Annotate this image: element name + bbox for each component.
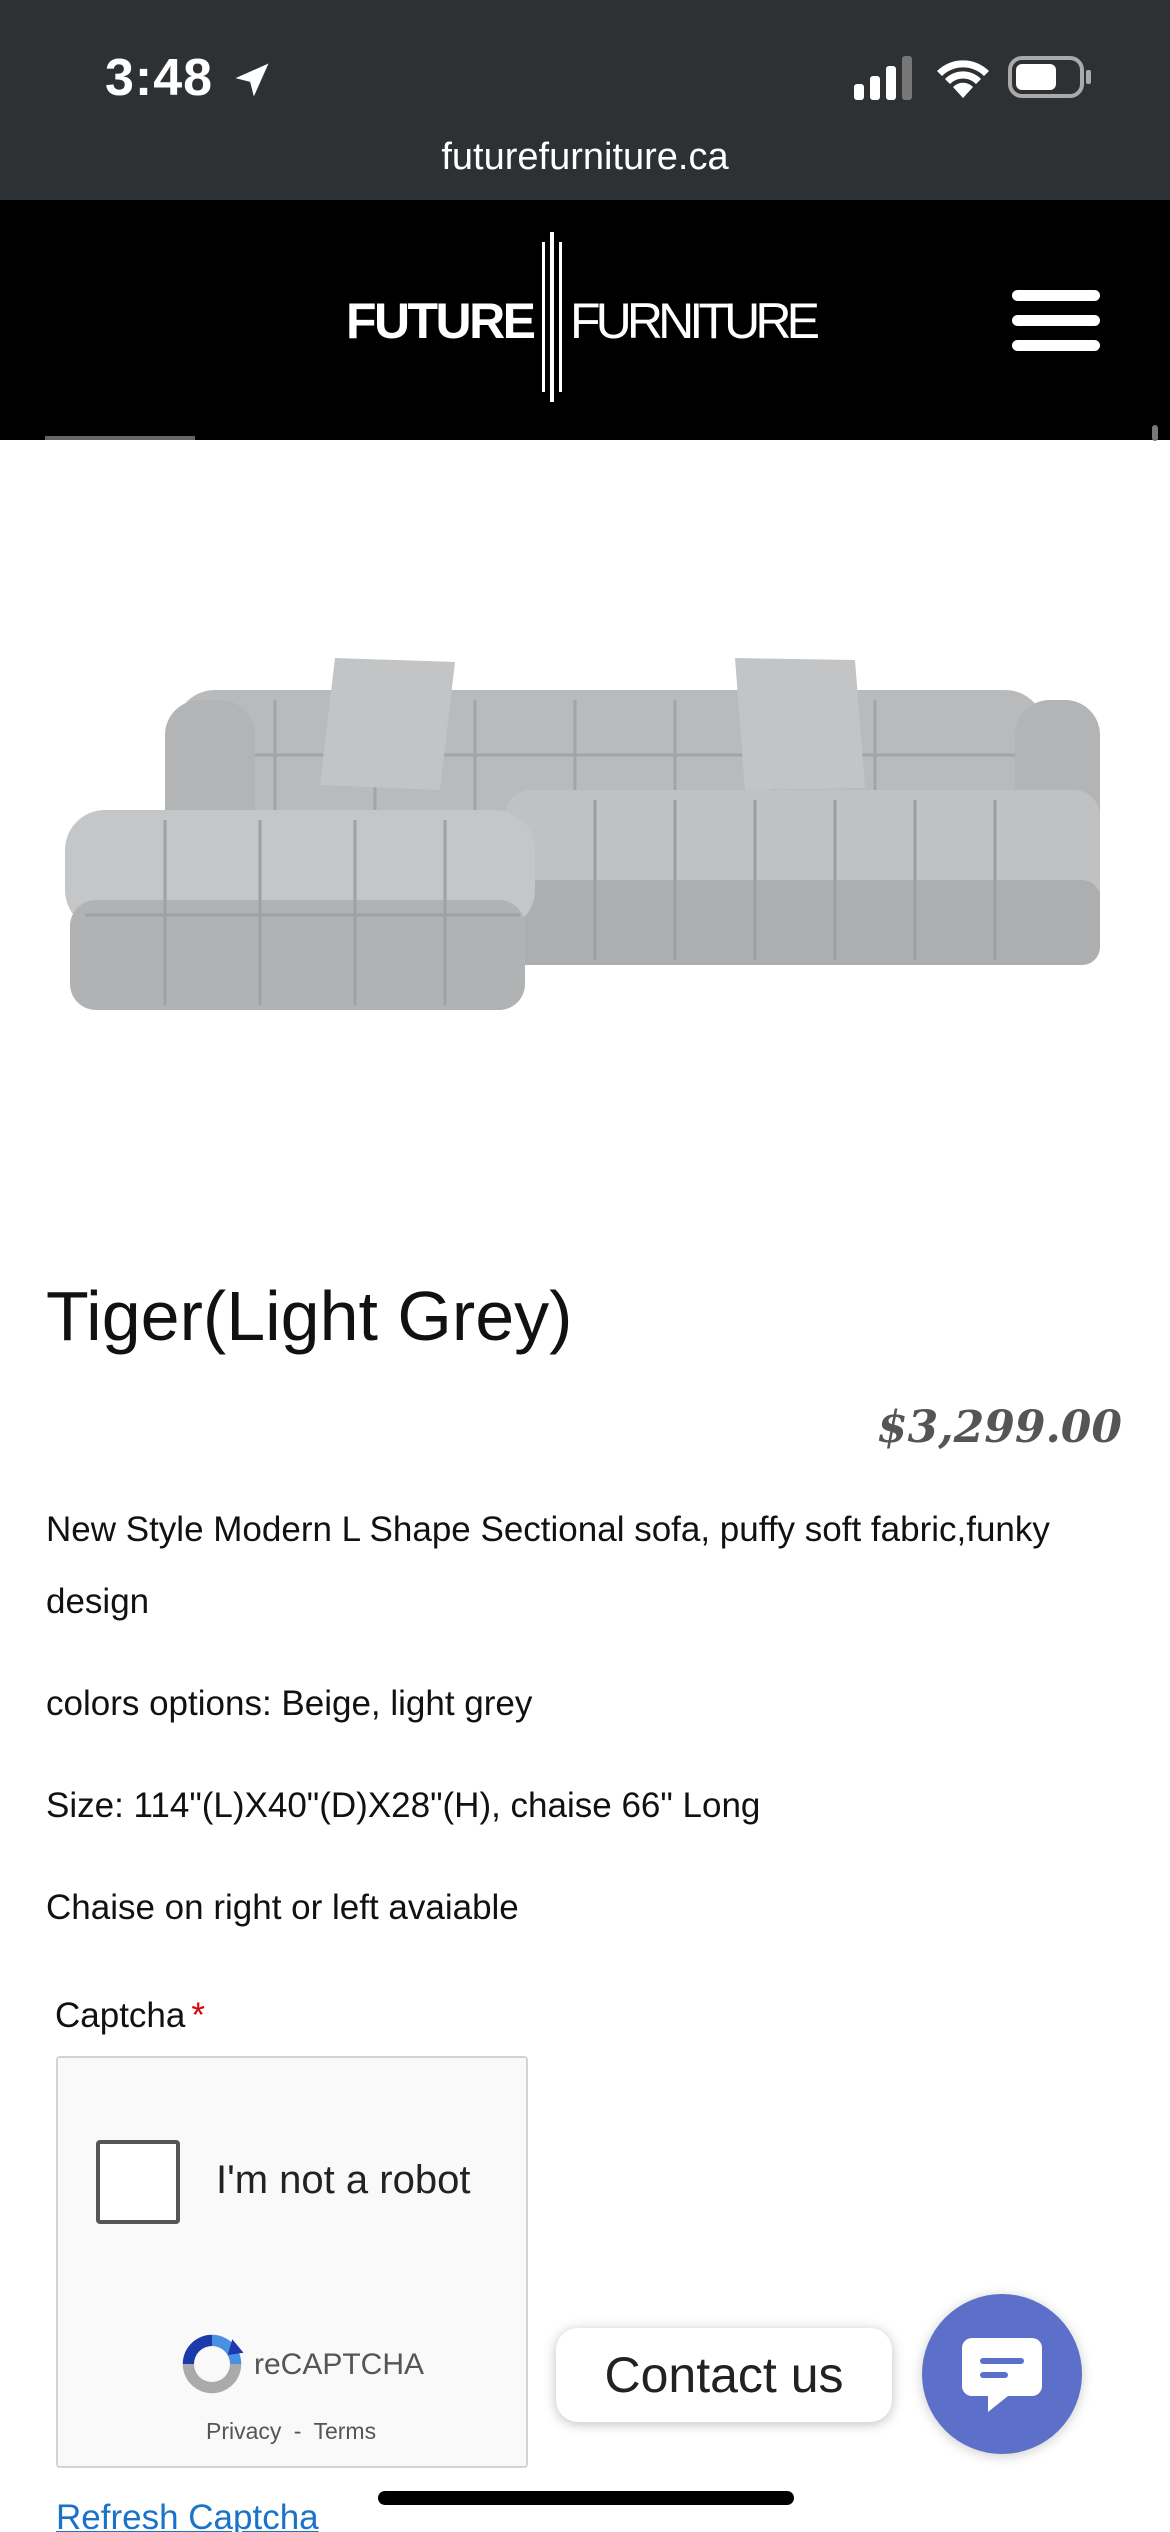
product-description: New Style Modern L Shape Sectional sofa,…: [46, 1510, 1050, 1621]
svg-text:FURNITURE: FURNITURE: [570, 293, 820, 349]
recaptcha-links: Privacy - Terms: [206, 2418, 376, 2445]
product-image[interactable]: [55, 620, 1115, 1040]
required-marker: *: [191, 1996, 205, 2035]
recaptcha-widget: I'm not a robot reCAPTCHA Privacy - Term…: [56, 2056, 528, 2468]
recaptcha-checkbox[interactable]: [96, 2140, 180, 2224]
product-size: Size: 114"(L)X40"(D)X28"(H), chaise 66" …: [46, 1786, 761, 1825]
site-logo[interactable]: FUTURE FURNITURE: [346, 232, 826, 402]
contact-us-button[interactable]: [922, 2294, 1082, 2454]
battery-icon: [1008, 56, 1091, 98]
wifi-icon: [937, 60, 989, 98]
product-price: $3,299.00: [877, 1402, 1122, 1453]
product-colors: colors options: Beige, light grey: [46, 1684, 533, 1723]
contact-us-label[interactable]: Contact us: [556, 2328, 892, 2422]
refresh-captcha-link[interactable]: Refresh Captcha: [56, 2498, 319, 2532]
recaptcha-brand: reCAPTCHA: [254, 2348, 425, 2381]
svg-text:FUTURE: FUTURE: [346, 293, 536, 349]
cellular-signal-icon: [854, 56, 912, 100]
location-arrow-icon: [235, 63, 269, 97]
chat-bubble-icon: [962, 2338, 1042, 2412]
product-title: Tiger(Light Grey): [46, 1277, 573, 1355]
address-bar-url[interactable]: futurefurniture.ca: [0, 136, 1170, 179]
status-time: 3:48: [105, 49, 214, 107]
status-bar: 3:48 futurefurniture.ca: [0, 0, 1170, 200]
recaptcha-logo-icon: [182, 2334, 244, 2394]
header-underline: [45, 436, 195, 440]
link-separator: -: [293, 2418, 302, 2444]
scrollbar[interactable]: [1152, 425, 1158, 441]
hamburger-menu-icon[interactable]: [1012, 290, 1100, 352]
recaptcha-checkbox-label: I'm not a robot: [216, 2158, 471, 2202]
terms-link[interactable]: Terms: [313, 2418, 376, 2444]
product-chaise-note: Chaise on right or left avaiable: [46, 1888, 519, 1927]
captcha-label: Captcha *: [55, 1996, 205, 2036]
home-indicator: [378, 2491, 794, 2505]
captcha-label-text: Captcha: [55, 1996, 186, 2035]
privacy-link[interactable]: Privacy: [206, 2418, 281, 2444]
